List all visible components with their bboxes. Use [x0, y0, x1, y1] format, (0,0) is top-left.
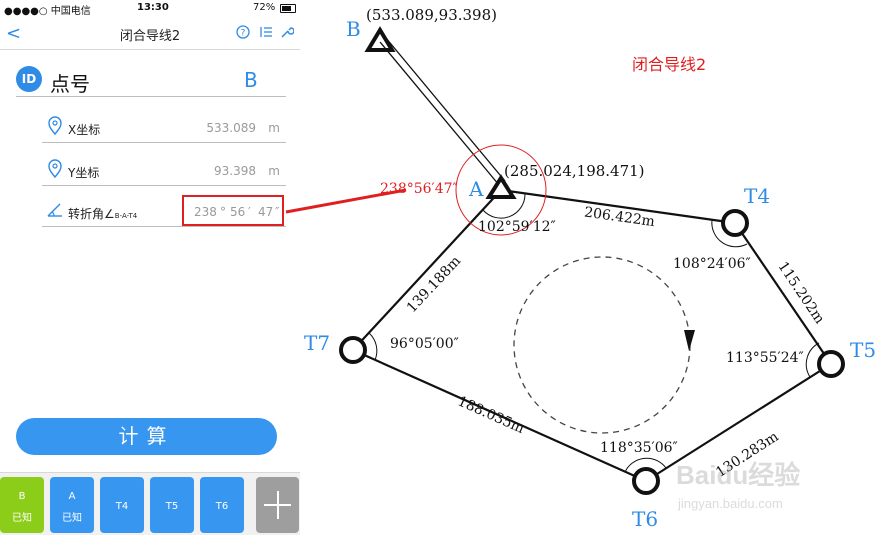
- angle-a-inner: 102°59′12″: [478, 219, 556, 235]
- diagram-title: 闭合导线2: [632, 55, 706, 74]
- point-a-triangle-icon: [485, 174, 517, 199]
- angle-t5: 113°55′24″: [726, 350, 804, 366]
- watermark-url: jingyan.baidu.com: [677, 496, 783, 511]
- angle-a-outer: 238°56′47″: [380, 181, 458, 197]
- point-a-label: A: [468, 177, 484, 201]
- point-t5-label: T5: [850, 338, 876, 362]
- traverse-diagram: B A T4 T5 T6 T7 (533.089,93.398) (285.02…: [285, 6, 876, 531]
- point-t5-marker: [817, 350, 845, 378]
- watermark-brand: Baidu经验: [676, 460, 800, 490]
- point-t7-label: T7: [304, 331, 330, 355]
- point-b-coordinates: (533.089,93.398): [366, 6, 497, 24]
- point-b-label: B: [346, 17, 361, 41]
- watermark: Baidu经验 jingyan.baidu.com: [676, 460, 800, 511]
- point-a-coordinates: (285.024,198.471): [504, 162, 645, 180]
- angle-t4: 108°24′06″: [673, 256, 751, 272]
- point-t4-marker: [721, 209, 749, 237]
- distance-t6-t7: 188.035m: [455, 393, 527, 437]
- point-t6-label: T6: [632, 507, 658, 531]
- traverse-direction-circle: [513, 256, 691, 434]
- direction-arrow-icon: [684, 330, 695, 351]
- line-t7-a: [352, 189, 502, 351]
- point-t4-label: T4: [744, 184, 770, 208]
- angle-t7: 96°05′00″: [390, 336, 459, 352]
- angle-t6: 118°35′06″: [600, 440, 678, 456]
- angle-arc-t7: [368, 332, 378, 361]
- point-t7-marker: [339, 336, 367, 364]
- line-t4-t5: [734, 222, 832, 365]
- point-t6-marker: [632, 467, 660, 495]
- distance-a-t4: 206.422m: [583, 204, 656, 230]
- line-b-a: [379, 41, 500, 186]
